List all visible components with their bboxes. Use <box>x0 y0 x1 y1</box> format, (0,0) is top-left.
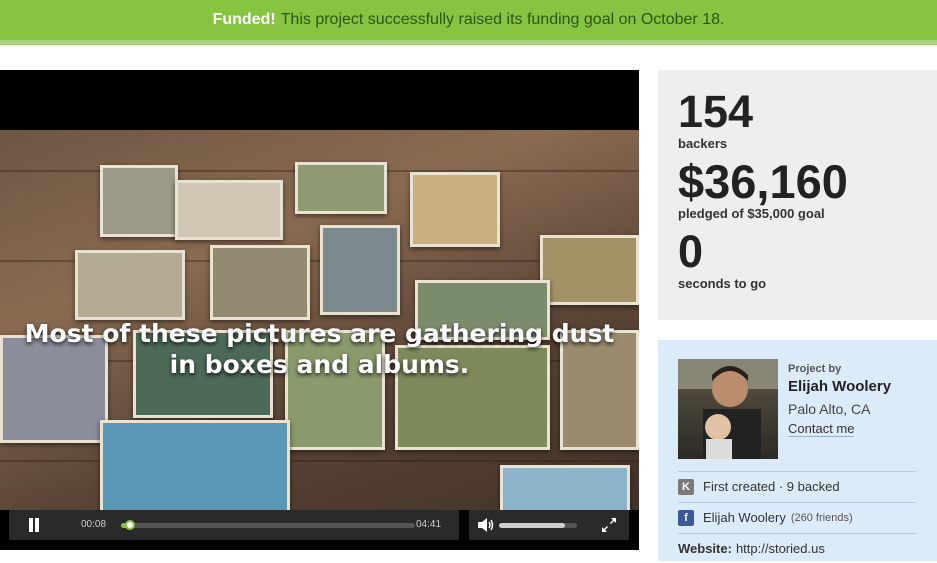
fullscreen-icon[interactable] <box>601 517 617 533</box>
progress-scrubber[interactable] <box>121 520 415 530</box>
facebook-friends: (260 friends) <box>790 511 853 524</box>
avatar-image <box>678 359 778 459</box>
website-row: Website: http://storied.us <box>678 533 916 563</box>
backers-label: backers <box>678 136 728 151</box>
caption-line-2: in boxes and albums. <box>169 350 470 379</box>
facebook-name[interactable]: Elijah Woolery <box>703 510 786 525</box>
facebook-icon: f <box>678 509 694 526</box>
photo <box>175 180 283 240</box>
backers-count: 154 <box>678 86 754 137</box>
scrubber-handle[interactable] <box>124 520 135 530</box>
volume-icon[interactable] <box>477 517 495 533</box>
pledged-label: pledged of $35,000 goal <box>678 206 825 221</box>
pause-button[interactable] <box>27 518 41 532</box>
creator-panel: Project by Elijah Woolery Palo Alto, CA … <box>658 340 937 561</box>
creator-history: K First created · 9 backed <box>678 471 916 501</box>
volume-slider[interactable] <box>499 523 577 528</box>
pledged-amount: $36,160 <box>678 155 848 208</box>
duration-time: 04:41 <box>416 519 442 530</box>
creator-avatar[interactable] <box>678 359 778 459</box>
creator-info: Project by Elijah Woolery Palo Alto, CA … <box>788 363 891 438</box>
photo <box>540 235 639 305</box>
photo <box>295 162 387 214</box>
photo <box>75 250 185 320</box>
website-link[interactable]: http://storied.us <box>736 541 825 556</box>
video-controls: 00:08 04:41 <box>0 510 639 550</box>
creator-history-text: First created · 9 backed <box>703 479 840 494</box>
time-left-label: seconds to go <box>678 276 767 291</box>
video-player[interactable]: Most of these pictures are gathering dus… <box>0 70 639 550</box>
playback-bar: 00:08 04:41 <box>9 510 459 540</box>
project-by-label: Project by <box>788 363 842 375</box>
time-left: 0 <box>678 226 704 277</box>
photo <box>210 245 310 320</box>
caption-line-1: Most of these pictures are gathering dus… <box>24 319 615 348</box>
video-frame[interactable]: Most of these pictures are gathering dus… <box>0 130 639 550</box>
photo <box>100 420 290 520</box>
stats-panel: 154 backers $36,160 pledged of $35,000 g… <box>658 70 937 320</box>
photo <box>100 165 178 237</box>
website-label: Website: <box>678 541 732 556</box>
funded-banner: Funded! This project successfully raised… <box>0 0 937 45</box>
photo <box>320 225 400 315</box>
volume-bar <box>469 510 629 540</box>
facebook-row: f Elijah Woolery (260 friends) <box>678 502 916 532</box>
funded-status: Funded! <box>212 11 276 28</box>
creator-location[interactable]: Palo Alto, CA <box>788 401 891 417</box>
elapsed-time: 00:08 <box>81 519 107 530</box>
photo <box>410 172 500 247</box>
funded-message: This project successfully raised its fun… <box>280 11 725 28</box>
kickstarter-icon: K <box>678 478 694 495</box>
creator-name[interactable]: Elijah Woolery <box>788 378 891 395</box>
volume-fill <box>499 523 566 528</box>
contact-link[interactable]: Contact me <box>788 421 855 437</box>
video-caption: Most of these pictures are gathering dus… <box>0 318 639 380</box>
